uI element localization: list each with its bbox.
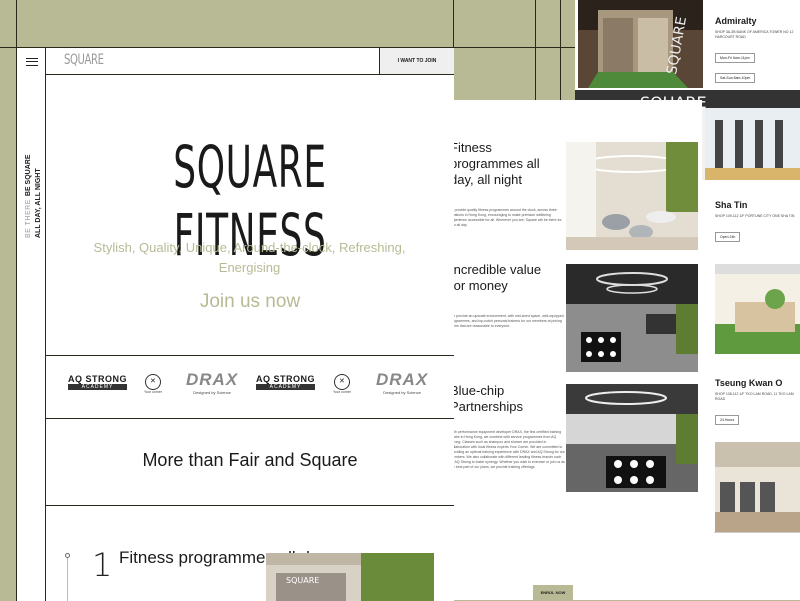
drax-sub: Designed by Science [193, 390, 231, 395]
drax-logo: DRAX Designed by Science [376, 370, 428, 395]
hours-chip[interactable]: Sat-Sun 8am-10pm [715, 73, 756, 83]
timeline-line [67, 558, 68, 601]
studio-image [566, 384, 698, 492]
grid-line [535, 0, 536, 100]
lounge-image [566, 142, 698, 250]
side-rail: BE THERE BE SQUARE ALL DAY, ALL NIGHT [17, 48, 46, 601]
svg-text:SQUARE: SQUARE [286, 576, 319, 585]
feature-body: We provide an upscale environment, with … [450, 314, 564, 328]
aq-title: AQ STRONG [68, 374, 128, 384]
your-corner-sub: Your corner [333, 390, 351, 394]
square-logo[interactable]: SQUARE [64, 52, 104, 68]
feature-heading: Blue-chip Partnerships [450, 383, 523, 414]
feature-body: With performance equipment developer DRA… [450, 430, 565, 469]
feature-photo [566, 384, 698, 492]
aq-strong-logo: AQ STRONG ACADEMY [256, 374, 316, 390]
sha-tin-photo [715, 264, 800, 354]
programme-number: 1 [92, 546, 113, 584]
partner-logos-strip: Q AQ STRONG ACADEMY ✕ Your corner DRAX D… [46, 355, 454, 419]
location-name: Admiralty [715, 16, 757, 26]
side-text-3: ALL DAY, ALL NIGHT [35, 168, 42, 238]
drax-title: DRAX [186, 370, 239, 389]
drax-title: DRAX [376, 370, 429, 389]
grid-line [560, 0, 561, 100]
training-floor-image [566, 264, 698, 372]
location-address: SHOP 109-112 1/F PORTUNE CITY ONE SHA TI… [715, 214, 795, 218]
tko-image [715, 442, 800, 532]
drax-sub: Designed by Science [383, 390, 421, 395]
aq-strong-logo: AQ STRONG ACADEMY [68, 374, 128, 390]
side-text-1: BE THERE [25, 199, 32, 238]
admiralty-photo: SQUARE [578, 0, 703, 88]
your-corner-icon: ✕ [333, 374, 350, 390]
hero-tagline: Stylish, Quality, Unique, Around-the-clo… [93, 240, 406, 275]
gym-entrance-image: SQUARE [578, 0, 703, 88]
enrol-now-button[interactable]: ENROL NOW [533, 585, 573, 600]
top-nav: SQUARE I WANT TO JOIN [46, 48, 454, 75]
location-name: Sha Tin [715, 200, 748, 210]
feature-heading: Fitness programmes all day, all night [450, 140, 540, 187]
feature-heading: Incredible value for money [450, 262, 542, 293]
location-address: SHOP 3A-3B BANK OF AMERICA TOWER NO 12 H… [715, 30, 794, 39]
programme-photo: SQUARE [266, 553, 434, 601]
section-title: More than Fair and Square [142, 450, 358, 470]
location-card-tseung-kwan-o: Tseung Kwan O SHOP 108-112 1/F TKO LAM R… [715, 378, 800, 428]
reception-image: SQUARE [266, 553, 434, 601]
main-page: BE THERE BE SQUARE ALL DAY, ALL NIGHT SQU… [16, 47, 454, 601]
feature-photo [566, 142, 698, 250]
location-name: Tseung Kwan O [715, 378, 783, 388]
feature-body: To provide quality fitness programmes ar… [450, 208, 562, 227]
location-address: SHOP 108-112 1/F TKO LAM ROAD, 11 TKO LA… [715, 392, 794, 401]
location-card-sha-tin: Sha Tin SHOP 109-112 1/F PORTUNE CITY ON… [715, 200, 800, 245]
section-divider [46, 505, 454, 506]
aq-sub: ACADEMY [68, 384, 128, 390]
side-text-2: BE SQUARE [25, 154, 32, 197]
hours-chip[interactable]: Mon-Fri 6am-11pm [715, 53, 755, 63]
aq-sub: ACADEMY [256, 384, 316, 390]
sha-tin-image [715, 264, 800, 354]
your-corner-logo: ✕ Your corner [144, 374, 162, 394]
location-card-admiralty: Admiralty SHOP 3A-3B BANK OF AMERICA TOW… [715, 16, 800, 86]
tko-photo [715, 442, 800, 532]
join-button[interactable]: I WANT TO JOIN [379, 48, 454, 74]
features-page: Fitness programmes all day, all night To… [440, 100, 702, 600]
page-border [714, 532, 800, 533]
hours-chip[interactable]: 24 Hours [715, 415, 740, 425]
aq-title: AQ STRONG [256, 374, 316, 384]
drax-logo: DRAX Designed by Science [186, 370, 238, 395]
hamburger-menu-icon[interactable] [26, 58, 38, 66]
side-tagline: BE THERE BE SQUARE [25, 154, 32, 238]
join-us-now-link[interactable]: Join us now [46, 291, 454, 313]
your-corner-logo: ✕ Your corner [333, 374, 351, 394]
feature-photo [566, 264, 698, 372]
your-corner-sub: Your corner [144, 390, 162, 394]
hours-chip[interactable]: Open 24h [715, 232, 741, 242]
your-corner-icon: ✕ [144, 374, 161, 390]
